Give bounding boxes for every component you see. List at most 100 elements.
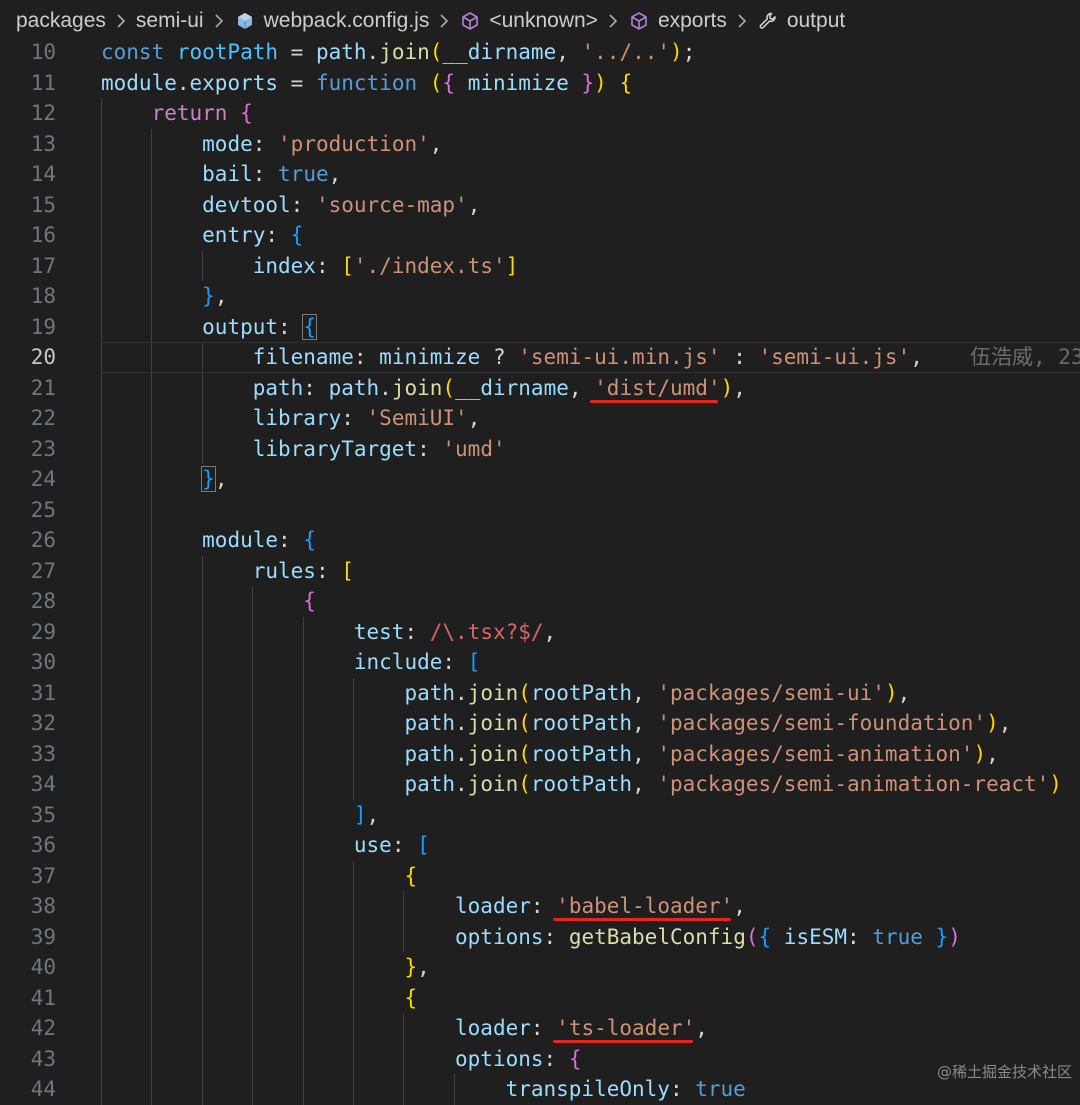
code-token: ( [429, 70, 443, 95]
line-number: 44 [30, 1077, 56, 1101]
code-token: : [290, 192, 316, 217]
code-token: [ [341, 558, 354, 583]
code-token: ; [682, 40, 696, 64]
code-line[interactable]: 16 entry: { [0, 220, 1080, 251]
code-line[interactable]: 44 transpileOnly: true [0, 1074, 1080, 1105]
code-token: , [417, 955, 430, 979]
code-line[interactable]: 33 path.join(rootPath, 'packages/semi-an… [0, 738, 1080, 769]
code-text: bail: true, [101, 159, 341, 190]
code-token: module [202, 528, 279, 552]
code-line[interactable]: 42 loader: 'ts-loader', [0, 1013, 1080, 1044]
code-token: , [632, 741, 658, 766]
code-editor[interactable]: 10 const rootPath = path.join(__dirname, … [0, 37, 1080, 1105]
code-line[interactable]: 31 path.join(rootPath, 'packages/semi-ui… [0, 677, 1080, 708]
code-line[interactable]: 28 { [0, 586, 1080, 617]
code-line[interactable]: 17 index: ['./index.ts'] [0, 250, 1080, 281]
breadcrumb-item[interactable]: exports [628, 9, 727, 33]
code-token: library [252, 406, 342, 430]
code-token: ( [429, 40, 443, 64]
code-line[interactable]: 30 include: [ [0, 647, 1080, 678]
code-line[interactable]: 25 [0, 494, 1080, 525]
breadcrumb-item[interactable]: output [757, 9, 845, 33]
code-line[interactable]: 11 module.exports = function ({ minimize … [0, 68, 1080, 99]
line-number: 38 [30, 894, 56, 918]
code-token: , [214, 467, 228, 491]
code-token: getBabelConfig [568, 924, 746, 949]
line-number: 35 [30, 802, 56, 827]
code-text: }, [101, 952, 430, 983]
line-number: 12 [30, 101, 56, 125]
code-token: exports [189, 70, 279, 95]
code-line[interactable]: 34 path.join(rootPath, 'packages/semi-an… [0, 769, 1080, 800]
code-line[interactable]: 15 devtool: 'source-map', [0, 189, 1080, 220]
code-token: , [733, 894, 746, 918]
breadcrumb-label: webpack.config.js [263, 9, 430, 32]
code-line[interactable]: 20 filename: minimize ? 'semi-ui.min.js'… [0, 342, 1080, 373]
code-token: ( [518, 772, 531, 796]
code-token: ) [594, 70, 607, 95]
code-token: , [556, 40, 582, 64]
code-token: : [265, 223, 291, 247]
line-number: 28 [30, 589, 56, 613]
code-token: isESM [783, 924, 848, 949]
code-token: , [214, 284, 228, 308]
line-number: 39 [30, 924, 56, 949]
code-token: 'packages/semi-ui' [657, 680, 885, 705]
breadcrumb-item[interactable]: webpack.config.js [234, 9, 430, 33]
code-text: ], [101, 800, 379, 831]
code-text: module.exports = function ({ minimize })… [101, 68, 632, 99]
code-token: loader [455, 894, 531, 918]
code-token: : [720, 345, 759, 369]
code-token: } [202, 284, 215, 308]
code-token: } [568, 70, 595, 95]
line-number: 36 [30, 833, 56, 857]
code-line[interactable]: 37 { [0, 860, 1080, 892]
code-line[interactable]: 12 return { [0, 98, 1080, 129]
code-line[interactable]: 18 }, [0, 281, 1080, 312]
code-line[interactable]: 40 }, [0, 952, 1080, 983]
code-token: ) [973, 741, 987, 766]
code-line[interactable]: 23 libraryTarget: 'umd' [0, 433, 1080, 464]
code-text: }, [101, 281, 227, 312]
code-line[interactable]: 35 ], [0, 799, 1080, 831]
code-line[interactable]: 19 output: { [0, 311, 1080, 342]
code-line[interactable]: 43 options: { [0, 1043, 1080, 1074]
code-line[interactable]: 13 mode: 'production', [0, 128, 1080, 159]
breadcrumb-item[interactable]: packages [16, 9, 106, 33]
code-line[interactable]: 36 use: [ [0, 830, 1080, 861]
code-token: 'semi-ui.js' [758, 345, 911, 369]
line-number: 41 [30, 985, 56, 1010]
code-line[interactable]: 26 module: { [0, 525, 1080, 556]
code-line[interactable]: 22 library: 'SemiUI', [0, 403, 1080, 434]
breadcrumb-item[interactable]: <unknown> [459, 9, 598, 33]
code-token: rootPath [530, 741, 633, 766]
code-token: 'packages/semi-animation' [657, 741, 974, 766]
code-line[interactable]: 27 rules: [ [0, 555, 1080, 586]
code-token: ( [745, 924, 759, 949]
code-token: { [290, 223, 304, 247]
code-line[interactable]: 38 loader: 'babel-loader', [0, 891, 1080, 922]
code-line[interactable]: 24 }, [0, 464, 1080, 495]
code-token: ) [720, 375, 734, 400]
code-line[interactable]: 39 options: getBabelConfig({ isESM: true… [0, 921, 1080, 952]
code-token: use [353, 833, 392, 857]
breadcrumb-label: packages [16, 9, 106, 32]
code-token: return [151, 101, 241, 125]
code-token: { [303, 589, 316, 613]
line-number: 33 [30, 741, 56, 766]
code-line[interactable]: 32 path.join(rootPath, 'packages/semi-fo… [0, 708, 1080, 739]
code-line[interactable]: 14 bail: true, [0, 159, 1080, 190]
code-token: , [897, 680, 911, 705]
line-number: 26 [30, 528, 56, 552]
code-line[interactable]: 41 { [0, 982, 1080, 1013]
code-token: entry [202, 223, 266, 247]
code-token: join [467, 680, 519, 705]
code-token: join [467, 711, 519, 735]
code-token: test [353, 619, 405, 644]
code-text: { [101, 861, 417, 892]
code-line[interactable]: 10 const rootPath = path.join(__dirname, … [0, 37, 1080, 68]
line-number: 16 [30, 223, 56, 247]
code-line[interactable]: 29 test: /\.tsx?$/, [0, 616, 1080, 647]
code-line[interactable]: 21 path: path.join(__dirname, 'dist/umd'… [0, 372, 1080, 403]
breadcrumb-item[interactable]: semi-ui [136, 9, 204, 33]
